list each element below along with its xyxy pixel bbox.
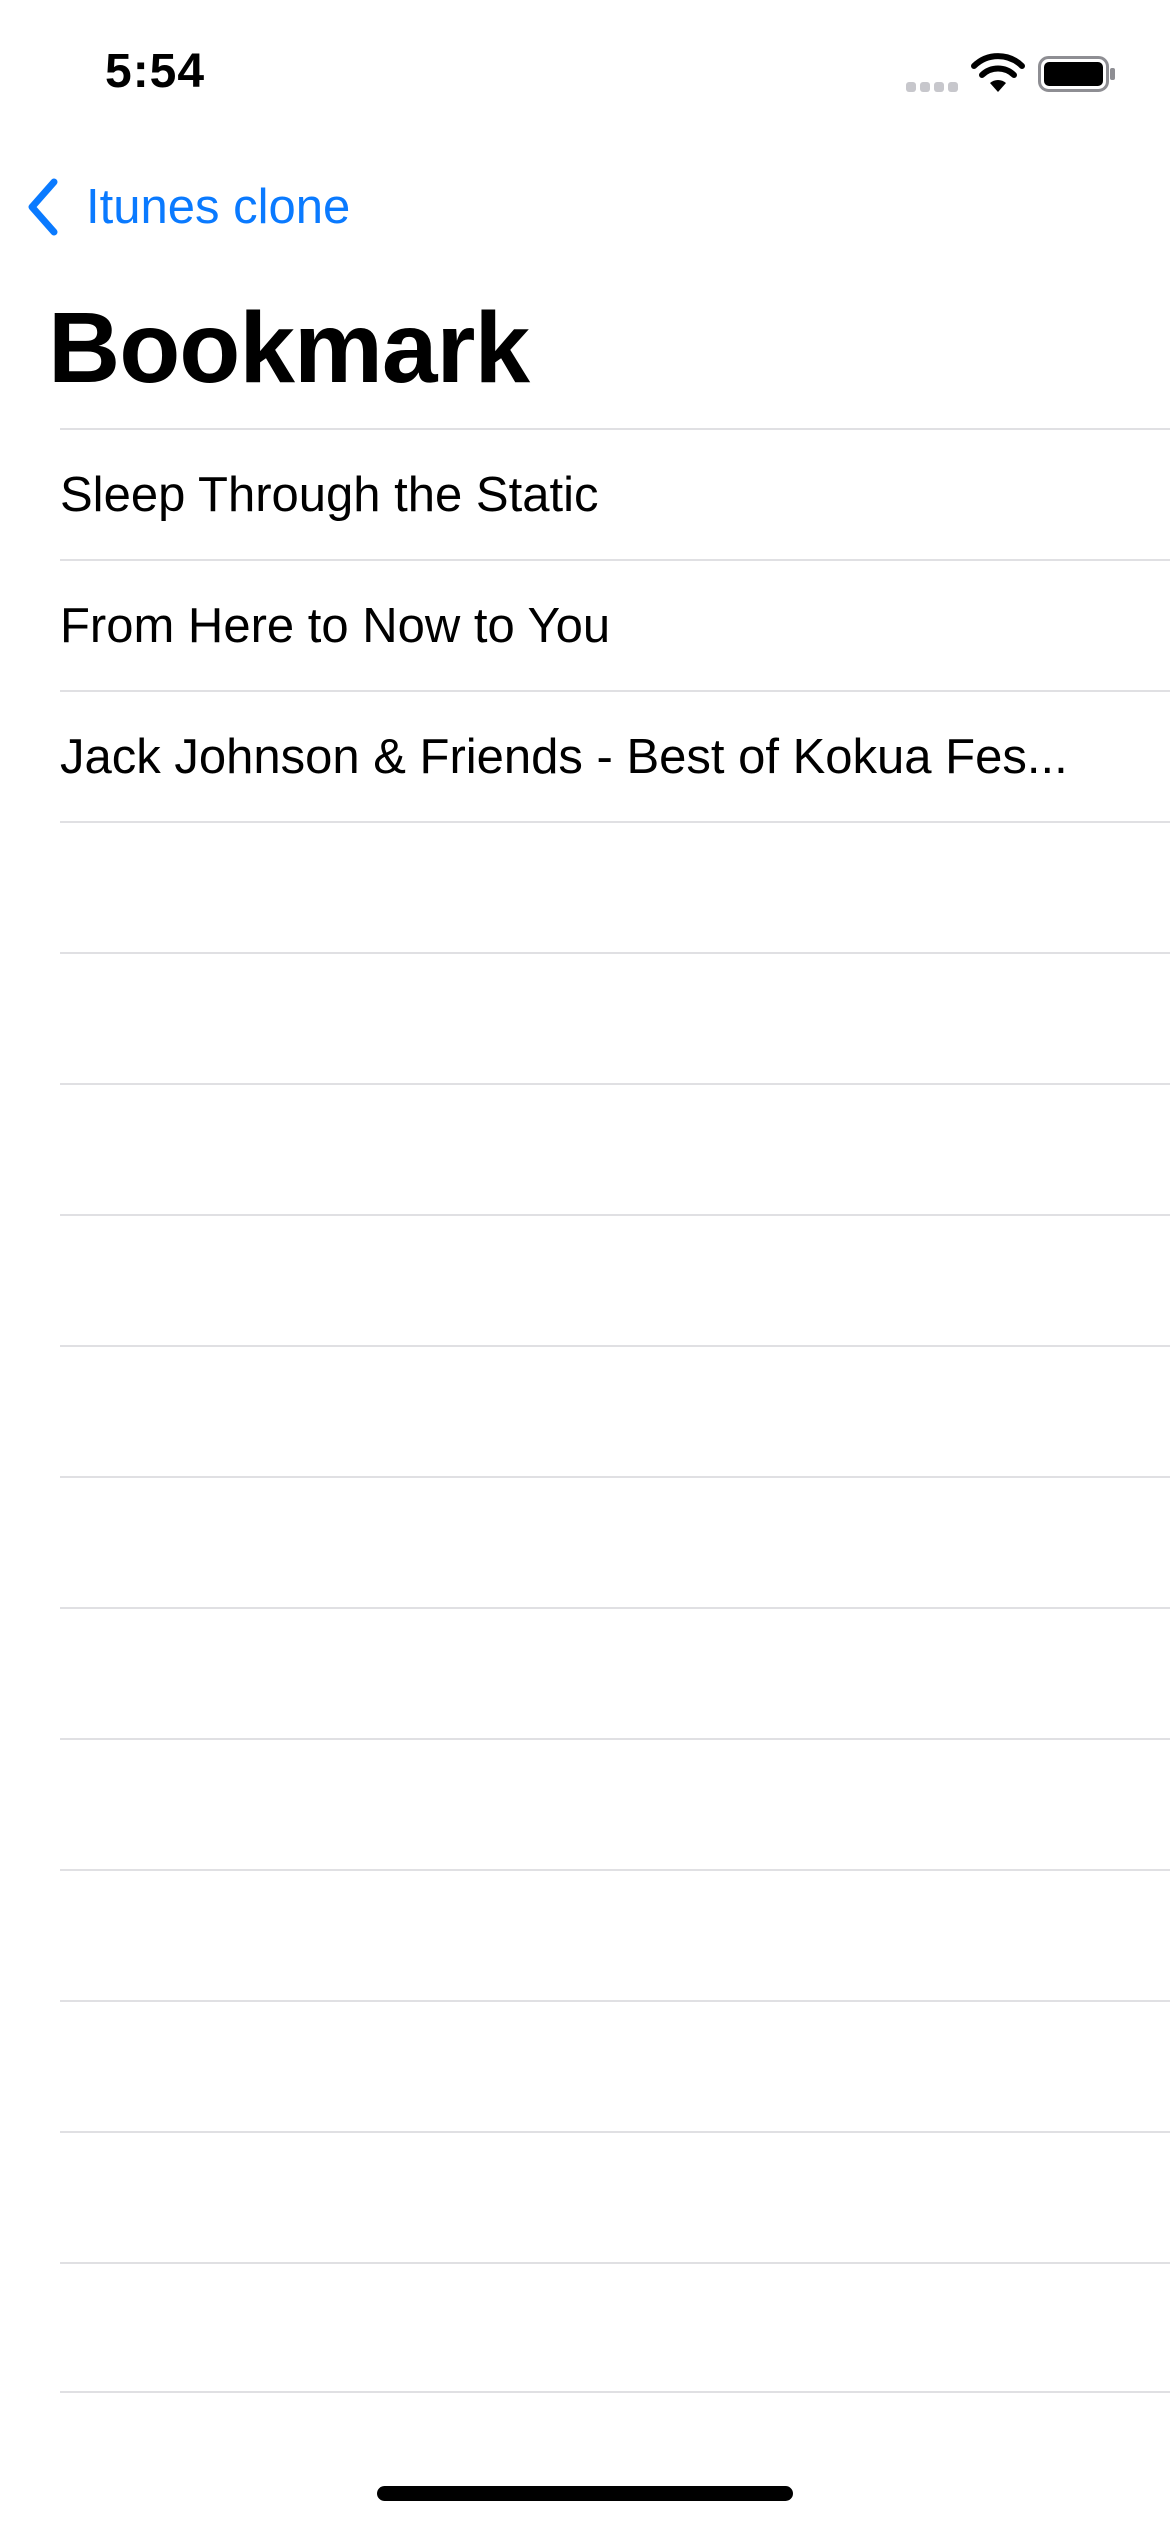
- empty-row: [60, 952, 1170, 1083]
- bookmark-title: Jack Johnson & Friends - Best of Kokua F…: [60, 729, 1068, 784]
- empty-row: [60, 2131, 1170, 2262]
- empty-row: [60, 1476, 1170, 1607]
- empty-row: [60, 1607, 1170, 1738]
- cellular-signal-icon: [906, 82, 958, 92]
- back-button[interactable]: Itunes clone: [22, 172, 350, 242]
- empty-row: [60, 1214, 1170, 1345]
- wifi-icon: [971, 53, 1025, 92]
- page-title: Bookmark: [48, 292, 530, 404]
- home-indicator[interactable]: [377, 2486, 793, 2501]
- bookmark-row[interactable]: Sleep Through the Static: [60, 428, 1170, 559]
- empty-row: [60, 2262, 1170, 2393]
- chevron-left-icon: [28, 178, 58, 236]
- bookmark-row[interactable]: From Here to Now to You: [60, 559, 1170, 690]
- back-button-label: Itunes clone: [86, 180, 351, 234]
- status-bar: 5:54: [0, 0, 1170, 150]
- empty-row: [60, 1083, 1170, 1214]
- battery-icon: [1038, 56, 1115, 92]
- status-time: 5:54: [105, 45, 206, 98]
- bookmark-title: From Here to Now to You: [60, 598, 611, 653]
- empty-row: [60, 2000, 1170, 2131]
- bookmark-row[interactable]: Jack Johnson & Friends - Best of Kokua F…: [60, 690, 1170, 821]
- empty-row: [60, 1869, 1170, 2000]
- empty-row: [60, 821, 1170, 952]
- bookmark-list: Sleep Through the Static From Here to No…: [60, 428, 1170, 2393]
- empty-row: [60, 1738, 1170, 1869]
- empty-row: [60, 1345, 1170, 1476]
- bookmark-title: Sleep Through the Static: [60, 467, 599, 522]
